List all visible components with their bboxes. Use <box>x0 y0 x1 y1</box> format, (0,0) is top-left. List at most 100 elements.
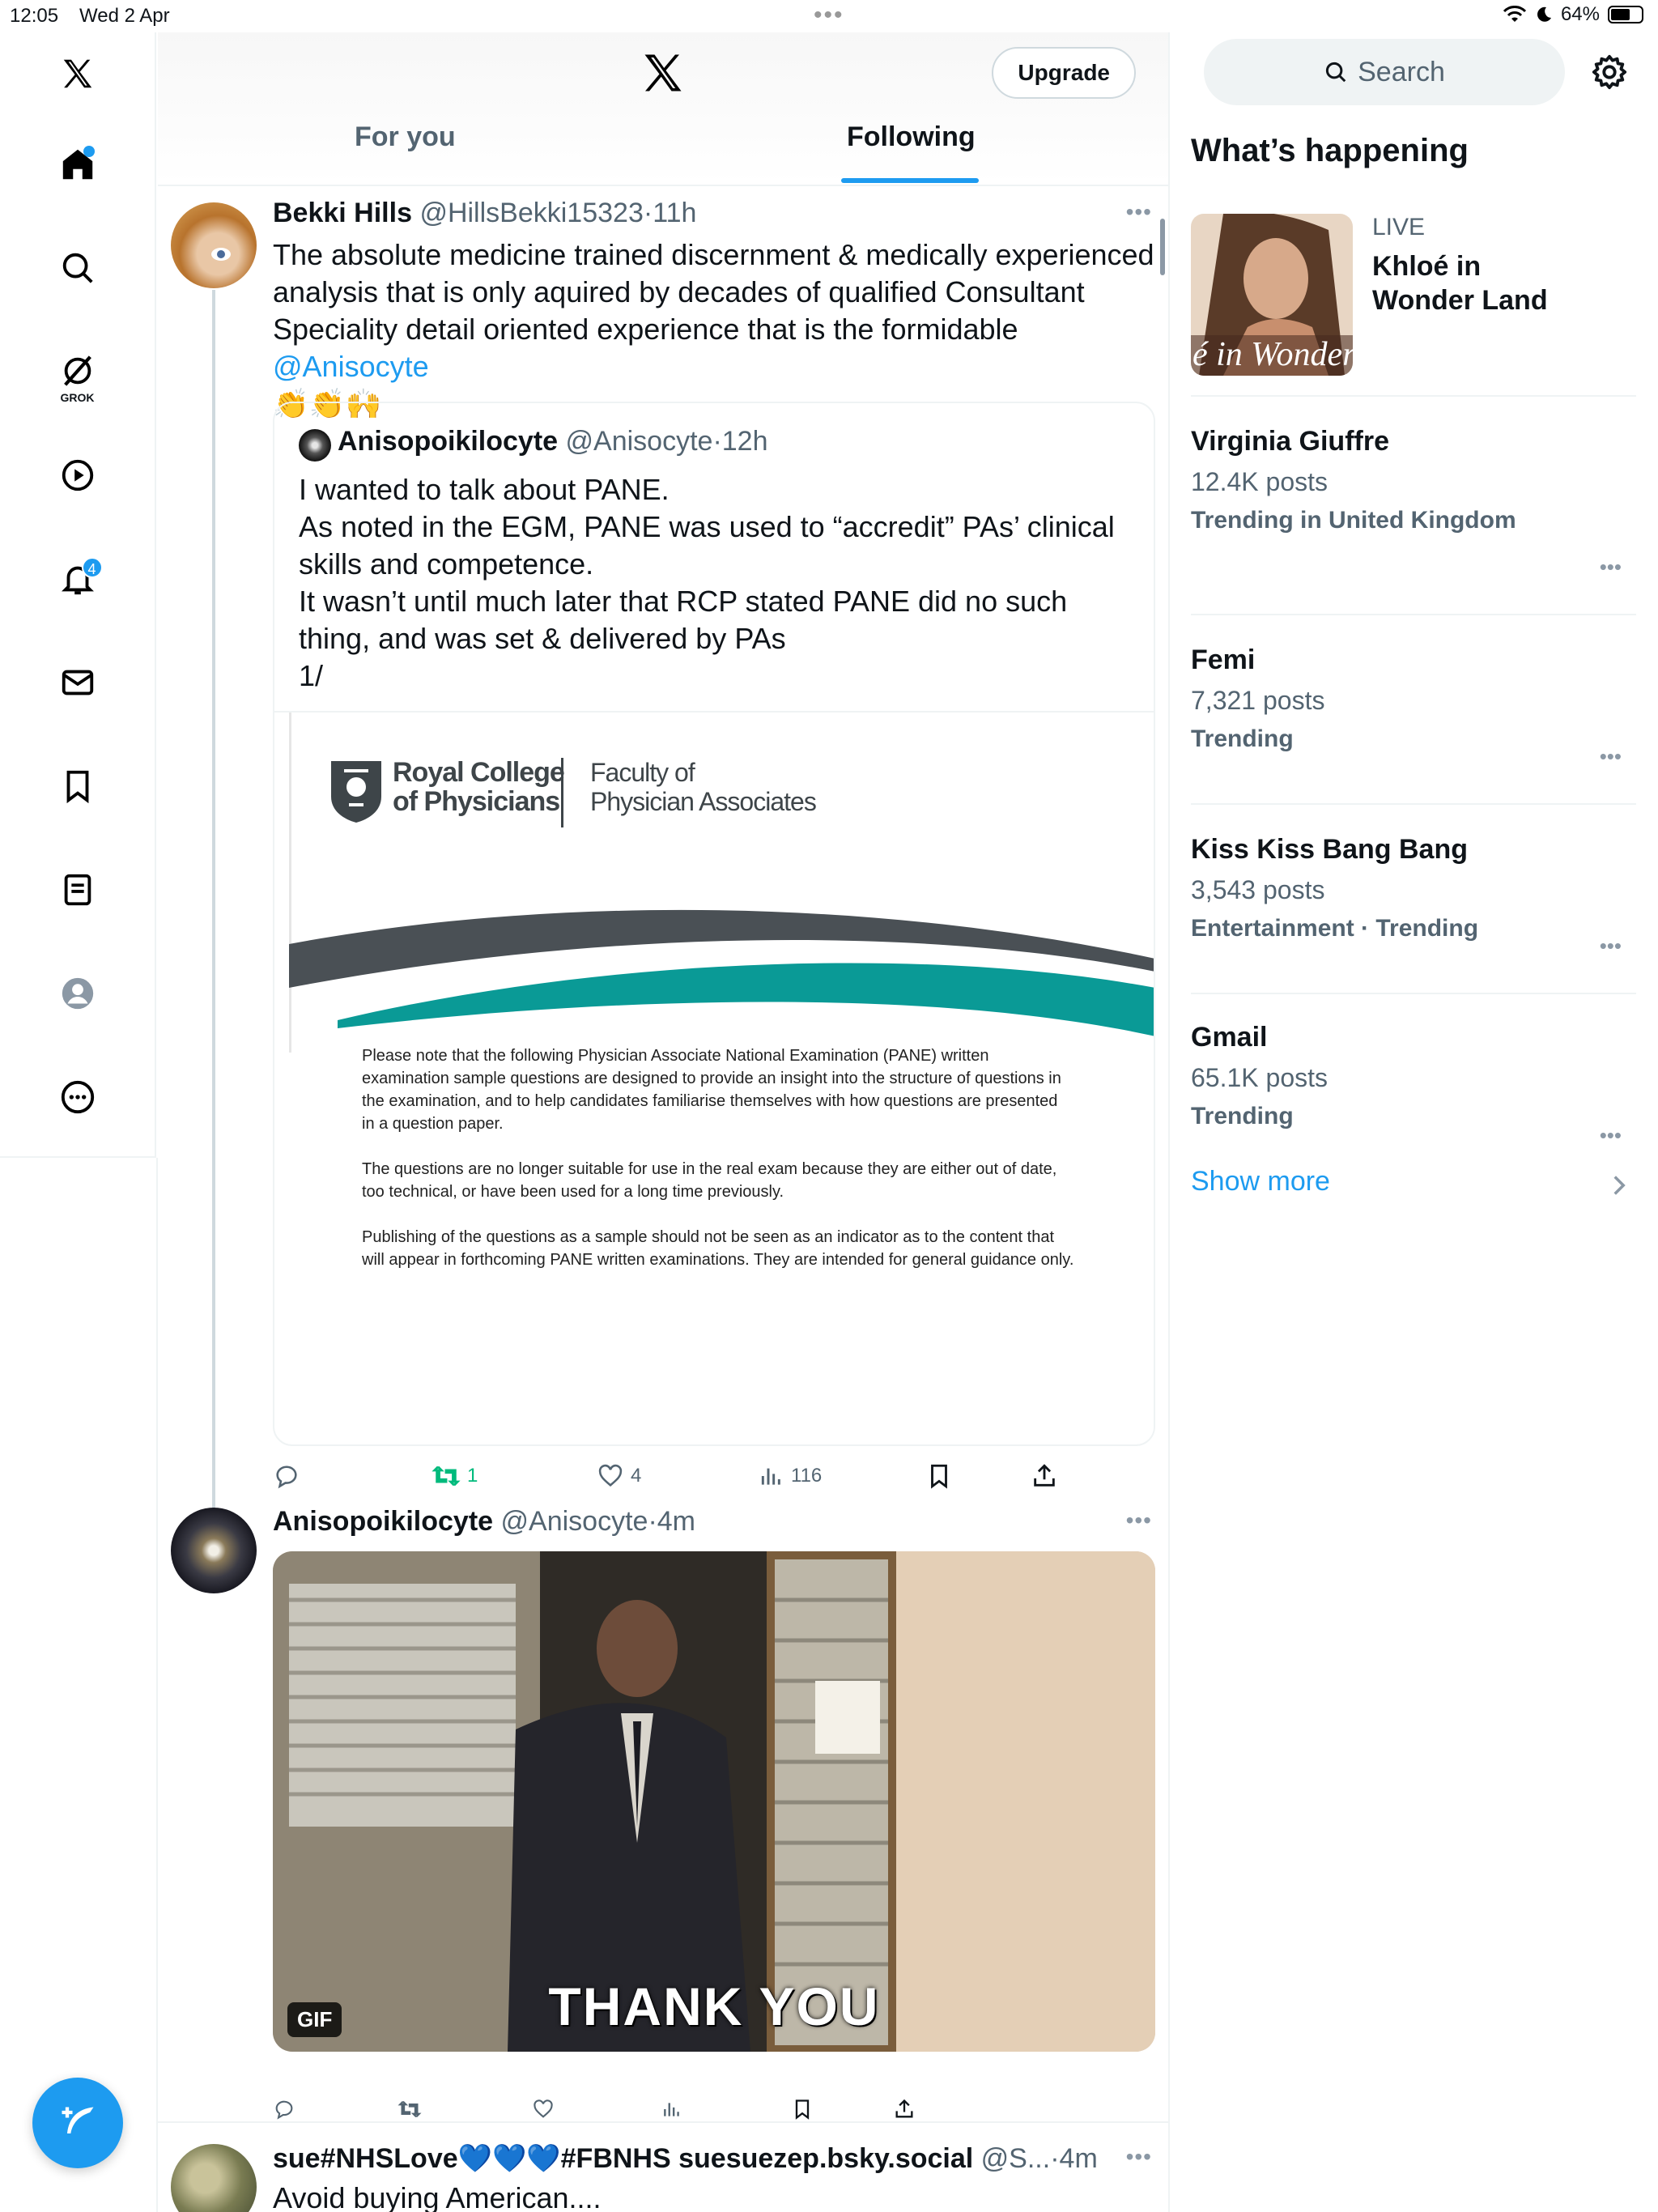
quote-image-document[interactable]: Royal College of Physicians Faculty of P… <box>289 713 1154 1441</box>
messages-icon[interactable] <box>41 646 114 719</box>
gif-media[interactable]: THANK YOU GIF <box>273 1551 1155 2052</box>
bookmark-icon <box>795 2099 810 2120</box>
author-name[interactable]: sue#NHSLove💙💙💙#FBNHS suesuezep.bsky.soci… <box>273 2143 973 2174</box>
trend-category: Trending <box>1191 1103 1294 1129</box>
search-placeholder: Search <box>1358 56 1445 87</box>
tab-for-you[interactable]: For you <box>355 121 456 153</box>
lists-icon[interactable] <box>41 853 114 926</box>
whats-happening-title: What’s happening <box>1191 133 1469 168</box>
trend-item[interactable]: Femi 7,321 posts Trending ••• <box>1191 644 1636 805</box>
tab-active-indicator <box>841 178 979 183</box>
battery-icon <box>1608 6 1643 23</box>
trend-menu-dots-icon[interactable]: ••• <box>1600 934 1622 959</box>
post-actions: 1 4 116 <box>273 1456 1066 1496</box>
live-thumbnail[interactable]: é in Wonder l <box>1191 214 1353 376</box>
doc-faculty-line: Faculty of <box>590 758 695 787</box>
compose-feather-icon <box>62 2107 94 2133</box>
post-menu-dots-icon[interactable]: ••• <box>1126 2144 1152 2170</box>
x-logo-icon[interactable] <box>41 37 114 110</box>
quote-line: I wanted to talk about PANE. <box>299 473 670 506</box>
avatar[interactable] <box>171 1508 257 1593</box>
like-button[interactable] <box>532 2098 555 2121</box>
gif-badge[interactable]: GIF <box>287 2002 342 2037</box>
doc-org-line: of Physicians <box>393 786 560 817</box>
author-name[interactable]: Bekki Hills <box>273 198 412 228</box>
chevron-right-icon <box>1613 1176 1626 1195</box>
doc-divider <box>561 758 563 827</box>
live-title[interactable]: Khloé in Wonder Land <box>1372 249 1567 317</box>
notifications-badge: 4 <box>81 557 103 578</box>
live-thumbnail-text: é in Wonder l <box>1192 336 1353 373</box>
retweet-icon <box>397 2100 422 2118</box>
retweet-button[interactable]: 1 <box>432 1462 478 1490</box>
retweet-count: 1 <box>467 1465 478 1487</box>
home-icon[interactable] <box>41 128 114 201</box>
more-icon[interactable] <box>41 1061 114 1134</box>
trend-item[interactable]: Gmail 65.1K posts Trending ••• <box>1191 1022 1636 1182</box>
show-more-link[interactable]: Show more <box>1191 1166 1636 1214</box>
heart-icon <box>598 1464 623 1487</box>
reply-button[interactable] <box>273 1462 300 1490</box>
like-button[interactable]: 4 <box>597 1462 641 1490</box>
trend-post-count: 3,543 posts <box>1191 875 1325 904</box>
settings-gear-icon[interactable] <box>1591 53 1628 91</box>
quoted-post[interactable]: Anisopoikilocyte @Anisocyte·12h I wanted… <box>273 402 1155 1446</box>
bookmark-button[interactable] <box>791 2098 814 2121</box>
post-text: The absolute medicine trained discernmen… <box>273 236 1155 423</box>
search-icon[interactable] <box>41 232 114 304</box>
profile-icon[interactable] <box>41 957 114 1030</box>
compose-button[interactable] <box>32 2078 123 2168</box>
tab-following[interactable]: Following <box>847 121 976 153</box>
mention-link[interactable]: @Anisocyte <box>273 350 429 383</box>
like-count: 4 <box>631 1465 642 1487</box>
view-count: 116 <box>791 1465 823 1487</box>
multitasking-dots[interactable]: ••• <box>814 2 844 29</box>
show-more-label: Show more <box>1191 1166 1330 1197</box>
views-button[interactable]: 116 <box>759 1463 822 1489</box>
author-handle[interactable]: @Anisocyte <box>501 1506 648 1537</box>
share-button[interactable] <box>1031 1462 1058 1490</box>
upgrade-button[interactable]: Upgrade <box>992 47 1136 99</box>
author-handle[interactable]: @HillsBekki15323 <box>419 198 643 228</box>
post-time[interactable]: 11h <box>653 198 696 228</box>
reply-button[interactable] <box>273 2098 295 2121</box>
video-icon[interactable] <box>41 439 114 512</box>
avatar[interactable] <box>171 202 257 288</box>
quote-time[interactable]: 12h <box>722 426 768 457</box>
x-logo-icon[interactable] <box>639 49 687 97</box>
grok-icon[interactable]: GROK <box>41 334 114 423</box>
author-handle[interactable]: @S... <box>981 2143 1051 2174</box>
trend-item[interactable]: Virginia Giuffre 12.4K posts Trending in… <box>1191 426 1636 615</box>
post-divider <box>158 2121 1168 2123</box>
search-input[interactable]: Search <box>1204 39 1565 105</box>
avatar-face-icon <box>211 248 231 261</box>
trend-menu-dots-icon[interactable]: ••• <box>1600 1123 1622 1148</box>
trend-post-count: 7,321 posts <box>1191 686 1325 715</box>
quote-line: 1/ <box>299 659 324 692</box>
post-time[interactable]: 4m <box>657 1506 695 1537</box>
retweet-button[interactable] <box>397 2098 422 2121</box>
notifications-icon[interactable]: 4 <box>41 542 114 615</box>
views-icon <box>664 2103 679 2116</box>
scrollbar-thumb[interactable] <box>1160 219 1165 275</box>
post-time[interactable]: 4m <box>1060 2143 1098 2174</box>
quote-author-handle[interactable]: @Anisocyte <box>566 426 713 457</box>
quote-line: As noted in the EGM, PANE was used to “a… <box>299 510 1115 581</box>
avatar[interactable] <box>171 2144 257 2212</box>
trend-menu-dots-icon[interactable]: ••• <box>1600 744 1622 769</box>
post-menu-dots-icon[interactable]: ••• <box>1126 199 1152 225</box>
quote-avatar[interactable] <box>299 429 331 462</box>
doc-org-line: Royal College <box>393 757 565 788</box>
author-name[interactable]: Anisopoikilocyte <box>273 1506 493 1537</box>
quote-author-name[interactable]: Anisopoikilocyte <box>338 426 558 457</box>
views-icon <box>761 1468 780 1485</box>
share-button[interactable] <box>893 2098 916 2121</box>
bookmark-button[interactable] <box>925 1462 953 1490</box>
thread-connector <box>212 290 215 1537</box>
post-menu-dots-icon[interactable]: ••• <box>1126 1508 1152 1534</box>
bookmarks-icon[interactable] <box>41 750 114 823</box>
trend-menu-dots-icon[interactable]: ••• <box>1600 555 1622 580</box>
trend-item[interactable]: Kiss Kiss Bang Bang 3,543 posts Entertai… <box>1191 834 1636 994</box>
views-button[interactable] <box>661 2099 682 2120</box>
post-actions <box>273 2089 1066 2129</box>
